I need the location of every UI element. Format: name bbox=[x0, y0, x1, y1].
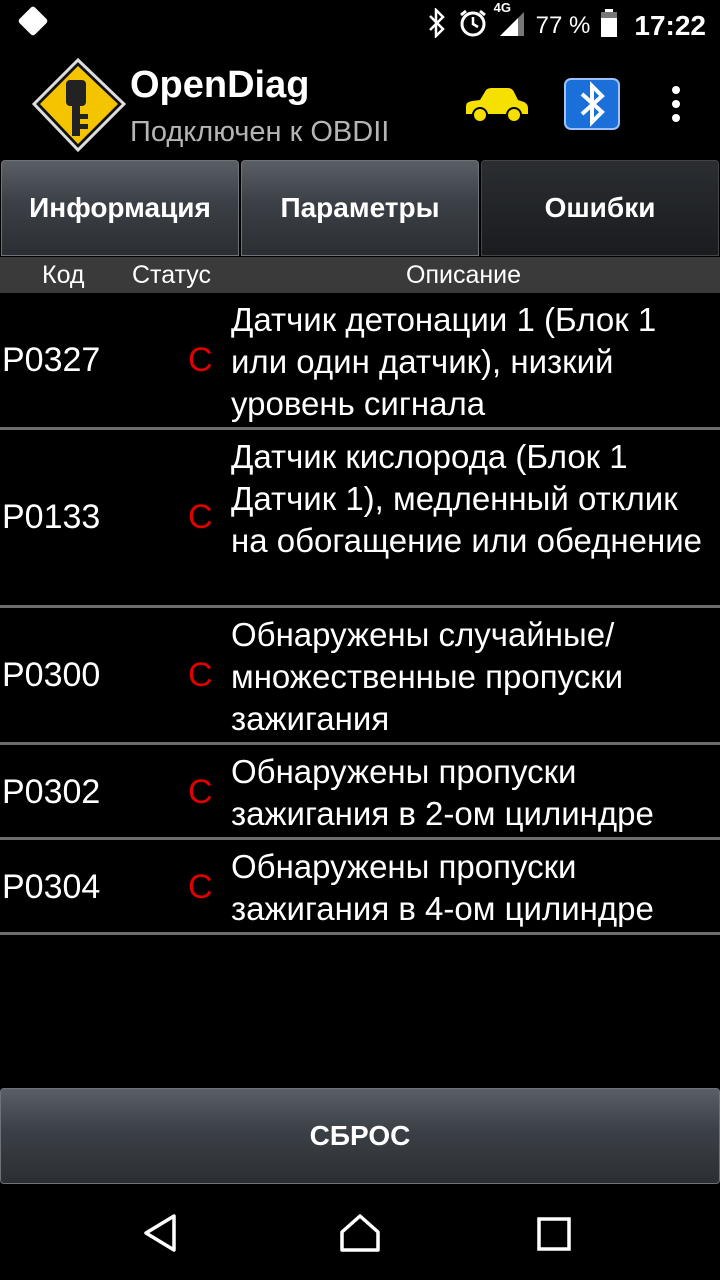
tab-errors[interactable]: Ошибки bbox=[481, 160, 719, 256]
home-icon[interactable] bbox=[338, 1212, 382, 1259]
status-bar: 4G 77 % 17:22 bbox=[0, 0, 720, 50]
error-code: P0300 bbox=[2, 656, 101, 694]
error-description: Обнаружены случайные/ множественные проп… bbox=[231, 616, 624, 737]
recent-apps-icon[interactable] bbox=[536, 1216, 572, 1257]
back-icon[interactable] bbox=[140, 1212, 180, 1259]
tab-bar: Информация Параметры Ошибки bbox=[0, 160, 720, 256]
navigation-bar bbox=[0, 1186, 720, 1280]
error-status: C bbox=[188, 341, 213, 379]
tab-parameters[interactable]: Параметры bbox=[241, 160, 479, 256]
network-type: 4G bbox=[493, 0, 512, 15]
table-row[interactable]: P0327 C Датчик детонации 1 (Блок 1 или о… bbox=[0, 293, 720, 430]
car-icon[interactable] bbox=[462, 84, 530, 124]
column-header-status: Статус bbox=[132, 261, 212, 289]
opendiag-logo-icon bbox=[30, 56, 130, 156]
table-row[interactable]: P0304 C Обнаружены пропуски зажигания в … bbox=[0, 840, 720, 935]
signal-icon: 4G bbox=[494, 0, 526, 45]
table-row[interactable]: P0302 C Обнаружены пропуски зажигания в … bbox=[0, 745, 720, 840]
bluetooth-elm327-icon[interactable] bbox=[564, 78, 620, 130]
error-status: C bbox=[188, 498, 213, 536]
column-header-description: Описание bbox=[406, 261, 522, 289]
error-status: C bbox=[188, 868, 213, 906]
alarm-icon bbox=[458, 8, 488, 45]
app-bar: OpenDiag Подключен к OBDII bbox=[0, 50, 720, 158]
connection-status: Подключен к OBDII bbox=[130, 116, 390, 148]
error-code: P0327 bbox=[2, 341, 101, 379]
status-icons: 4G 77 % 17:22 bbox=[426, 0, 706, 46]
error-code: P0133 bbox=[2, 498, 101, 536]
clock: 17:22 bbox=[634, 10, 706, 41]
table-row[interactable]: P0300 C Обнаружены случайные/ множествен… bbox=[0, 608, 720, 745]
error-code: P0304 bbox=[2, 868, 101, 906]
column-header-code: Код bbox=[42, 261, 85, 289]
table-header: Код Статус Описание bbox=[0, 257, 720, 293]
app-title: OpenDiag bbox=[130, 64, 310, 106]
bluetooth-status-icon bbox=[426, 6, 448, 45]
error-status: C bbox=[188, 656, 213, 694]
error-code: P0302 bbox=[2, 773, 101, 811]
overflow-menu-icon[interactable] bbox=[664, 84, 688, 124]
notification-icon bbox=[17, 5, 49, 37]
tab-information[interactable]: Информация bbox=[1, 160, 239, 256]
reset-button[interactable]: СБРОС bbox=[0, 1088, 720, 1184]
battery-percent: 77 % bbox=[535, 12, 591, 39]
error-description: Обнаружены пропуски зажигания в 4-ом цил… bbox=[231, 848, 654, 927]
error-description: Датчик детонации 1 (Блок 1 или один датч… bbox=[231, 301, 657, 422]
error-description: Датчик кислорода (Блок 1 Датчик 1), медл… bbox=[231, 438, 702, 559]
table-row[interactable]: P0133 C Датчик кислорода (Блок 1 Датчик … bbox=[0, 430, 720, 608]
error-description: Обнаружены пропуски зажигания в 2-ом цил… bbox=[231, 753, 654, 832]
error-list: P0327 C Датчик детонации 1 (Блок 1 или о… bbox=[0, 293, 720, 935]
battery-icon bbox=[600, 8, 618, 45]
error-status: C bbox=[188, 773, 213, 811]
